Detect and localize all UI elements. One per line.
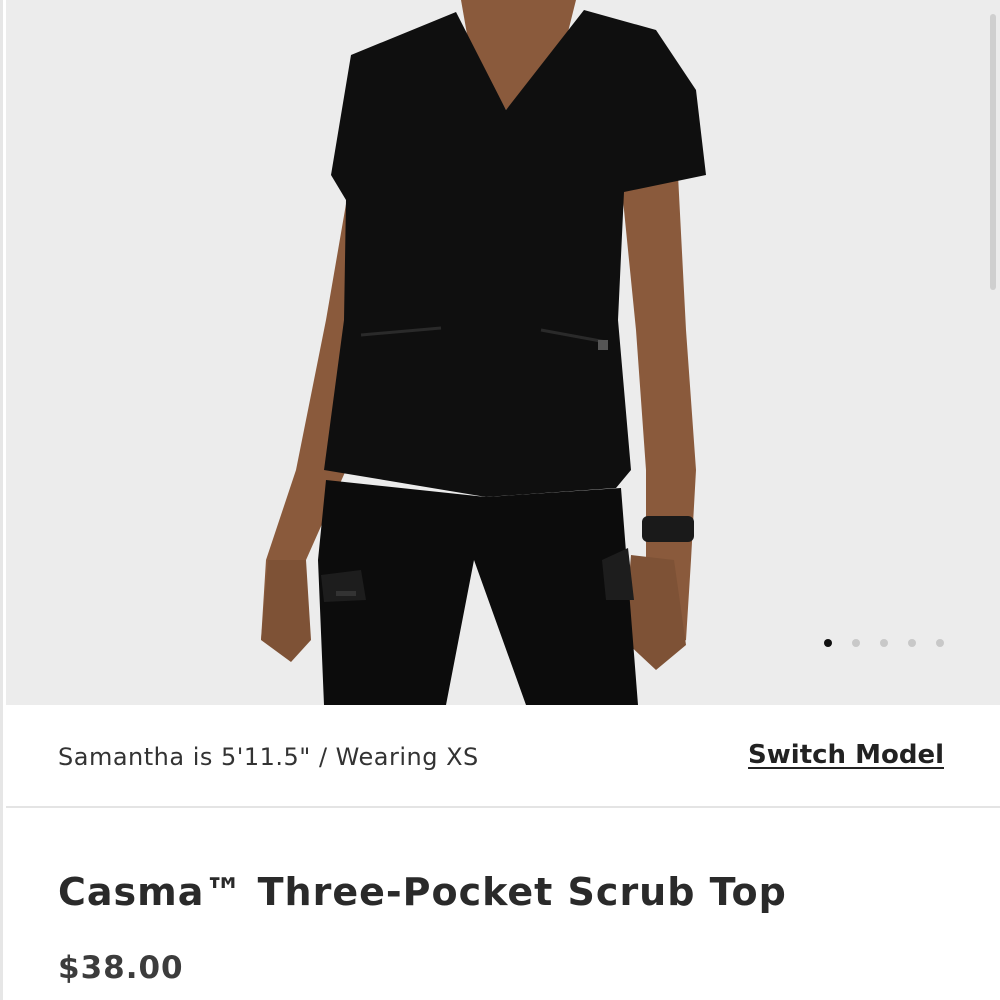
carousel-dot-3[interactable] <box>880 639 888 647</box>
scrollbar[interactable] <box>990 14 996 290</box>
product-title: Casma™ Three-Pocket Scrub Top <box>58 870 787 914</box>
model-info-bar: Samantha is 5'11.5" / Wearing XS Switch … <box>6 705 1000 808</box>
model-size-text: Samantha is 5'11.5" / Wearing XS <box>58 743 479 771</box>
model-photo <box>6 0 1000 705</box>
product-image[interactable] <box>6 0 1000 705</box>
carousel-dots <box>824 639 944 647</box>
carousel-dot-4[interactable] <box>908 639 916 647</box>
product-page: Samantha is 5'11.5" / Wearing XS Switch … <box>0 0 1000 1000</box>
product-price: $38.00 <box>58 950 184 986</box>
carousel-dot-1[interactable] <box>824 639 832 647</box>
carousel-dot-2[interactable] <box>852 639 860 647</box>
switch-model-link[interactable]: Switch Model <box>748 740 944 770</box>
carousel-dot-5[interactable] <box>936 639 944 647</box>
